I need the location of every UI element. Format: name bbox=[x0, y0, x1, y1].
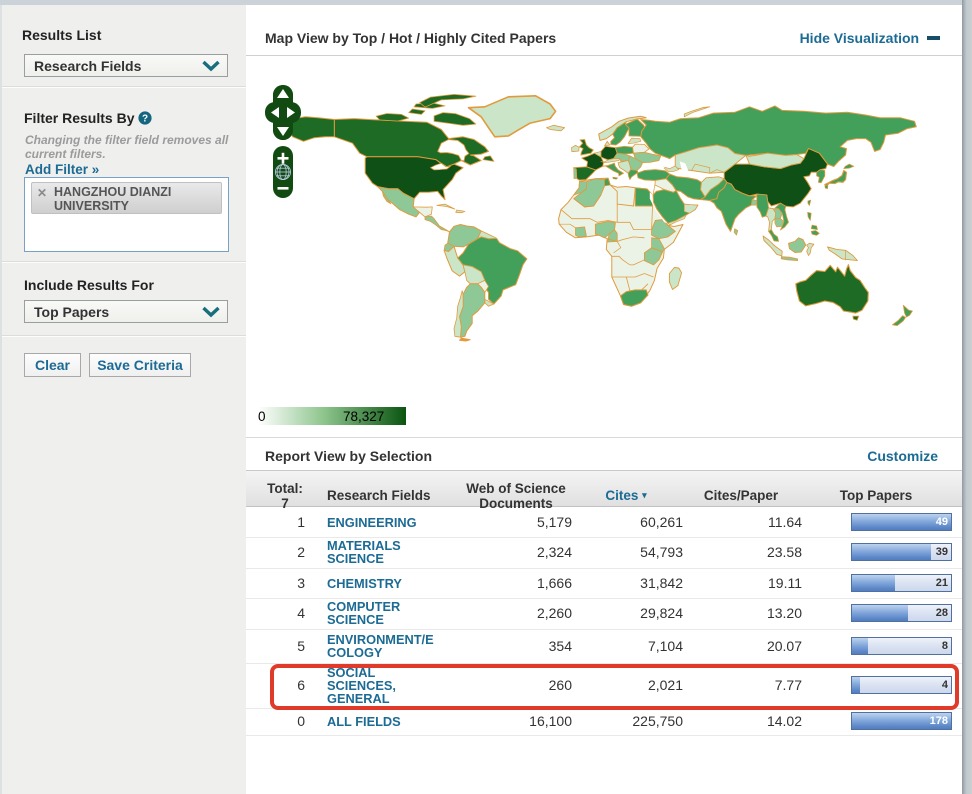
svg-text:?: ? bbox=[142, 113, 148, 124]
